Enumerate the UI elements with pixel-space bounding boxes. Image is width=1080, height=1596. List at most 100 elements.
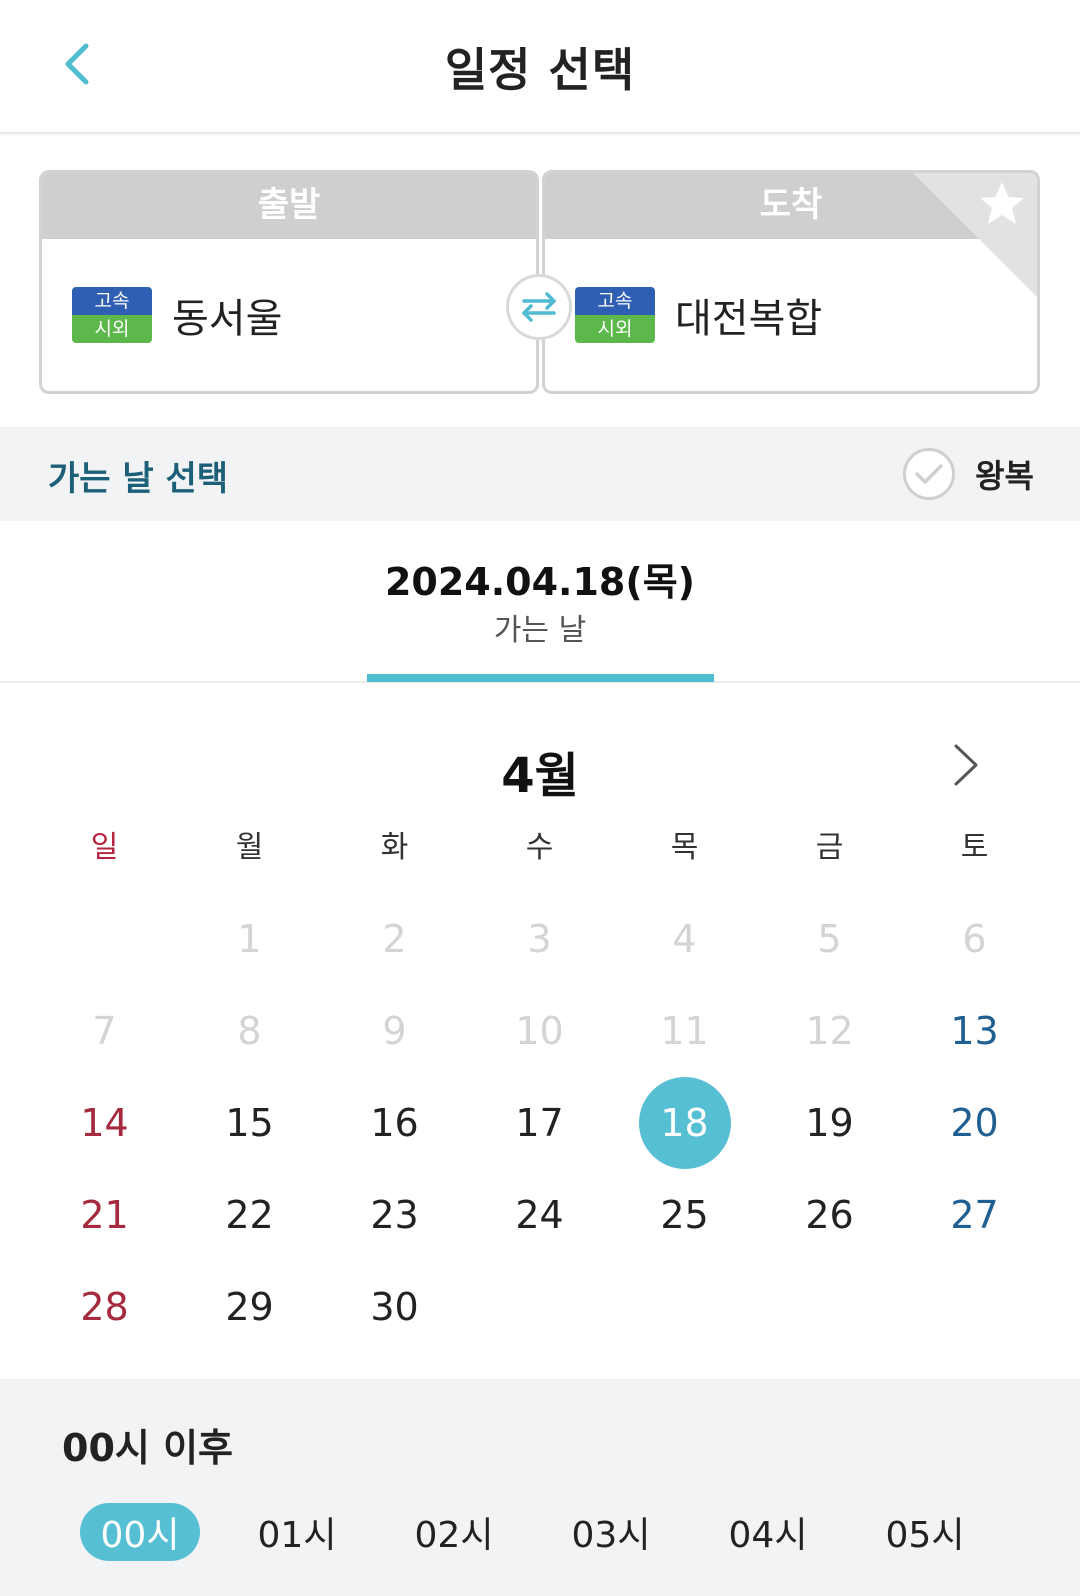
top-bar: 일정 선택 bbox=[0, 0, 1080, 134]
calendar-day-number: 28 bbox=[80, 1285, 129, 1329]
calendar-day: 5 bbox=[757, 893, 902, 985]
swap-arrows-icon bbox=[522, 292, 556, 322]
calendar-day: 7 bbox=[32, 985, 177, 1077]
calendar-day-number: 17 bbox=[515, 1101, 564, 1145]
calendar-day[interactable]: 21 bbox=[32, 1169, 177, 1261]
badge-intercity: 시외 bbox=[575, 315, 655, 343]
calendar-day[interactable]: 22 bbox=[177, 1169, 322, 1261]
time-option[interactable]: 00시 bbox=[80, 1503, 200, 1561]
roundtrip-toggle[interactable]: 왕복 bbox=[903, 445, 1034, 503]
calendar-day: 1 bbox=[177, 893, 322, 985]
calendar-day: 10 bbox=[467, 985, 612, 1077]
page-title: 일정 선택 bbox=[444, 43, 636, 97]
calendar-day-number: 24 bbox=[515, 1193, 564, 1237]
roundtrip-checkbox[interactable] bbox=[903, 448, 956, 500]
departure-box[interactable]: 출발 고속 시외 동서울 bbox=[39, 170, 539, 394]
calendar-day[interactable]: 13 bbox=[902, 985, 1047, 1077]
calendar-day-number: 27 bbox=[950, 1193, 999, 1237]
time-option[interactable]: 03시 bbox=[551, 1503, 671, 1561]
badge-express: 고속 bbox=[575, 287, 655, 315]
badge-express: 고속 bbox=[72, 287, 152, 315]
roundtrip-label: 왕복 bbox=[975, 457, 1034, 495]
calendar-day[interactable]: 25 bbox=[612, 1169, 757, 1261]
favorite-corner[interactable] bbox=[910, 170, 1040, 300]
active-tab-indicator bbox=[367, 674, 714, 682]
calendar-day[interactable]: 29 bbox=[177, 1261, 322, 1353]
departure-station: 동서울 bbox=[172, 296, 283, 342]
calendar-day-number: 25 bbox=[660, 1193, 709, 1237]
calendar-day[interactable]: 15 bbox=[177, 1077, 322, 1169]
calendar-day[interactable]: 24 bbox=[467, 1169, 612, 1261]
calendar-day: 11 bbox=[612, 985, 757, 1077]
calendar-day[interactable]: 28 bbox=[32, 1261, 177, 1353]
calendar-day-number: 11 bbox=[660, 1009, 709, 1053]
calendar-day: 12 bbox=[757, 985, 902, 1077]
selected-date: 2024.04.18(목) bbox=[384, 560, 696, 604]
calendar-week: 28 29 30 bbox=[32, 1261, 1047, 1353]
weekday-header: 일 월 화 수 목 금 토 bbox=[32, 822, 1047, 872]
calendar-day[interactable]: 20 bbox=[902, 1077, 1047, 1169]
weekday-label: 금 bbox=[815, 830, 844, 865]
departure-header: 출발 bbox=[42, 173, 536, 239]
calendar-day: 4 bbox=[612, 893, 757, 985]
check-icon bbox=[915, 464, 943, 484]
time-options: 00시 01시 02시 03시 04시 05시 bbox=[80, 1503, 1022, 1561]
calendar-day[interactable]: 16 bbox=[322, 1077, 467, 1169]
time-option[interactable]: 02시 bbox=[394, 1503, 514, 1561]
calendar-day-number: 8 bbox=[237, 1009, 262, 1053]
calendar-day[interactable]: 30 bbox=[322, 1261, 467, 1353]
calendar-day-number: 4 bbox=[672, 917, 697, 961]
calendar-day[interactable]: 26 bbox=[757, 1169, 902, 1261]
weekday-label: 일 bbox=[90, 830, 119, 865]
calendar-day: 3 bbox=[467, 893, 612, 985]
calendar-grid: 1 2 3 4 5 6 7 8 9 10 11 12 13 14 15 16 17 18 19 20 21 22 23 24 2… bbox=[32, 893, 1047, 1353]
calendar-empty-cell bbox=[612, 1261, 757, 1353]
calendar-day: 6 bbox=[902, 893, 1047, 985]
calendar-day-number: 10 bbox=[515, 1009, 564, 1053]
calendar-empty-cell bbox=[32, 893, 177, 985]
arrival-box[interactable]: 도착 고속 시외 대전복합 bbox=[542, 170, 1040, 394]
calendar-week: 21 22 23 24 25 26 27 bbox=[32, 1169, 1047, 1261]
weekday-label: 목 bbox=[670, 830, 699, 865]
calendar-day-number: 15 bbox=[225, 1101, 274, 1145]
calendar-day-number: 3 bbox=[527, 917, 552, 961]
calendar-day-number: 14 bbox=[80, 1101, 129, 1145]
departure-body: 고속 시외 동서울 bbox=[42, 239, 536, 391]
bus-type-badge: 고속 시외 bbox=[72, 287, 152, 343]
calendar-day-number: 23 bbox=[370, 1193, 419, 1237]
calendar-day[interactable]: 17 bbox=[467, 1077, 612, 1169]
calendar-day-number: 7 bbox=[92, 1009, 117, 1053]
weekday-label: 토 bbox=[960, 830, 989, 865]
calendar-day[interactable]: 23 bbox=[322, 1169, 467, 1261]
calendar-week: 7 8 9 10 11 12 13 bbox=[32, 985, 1047, 1077]
calendar-day: 2 bbox=[322, 893, 467, 985]
calendar-day-number: 26 bbox=[805, 1193, 854, 1237]
chevron-right-icon bbox=[954, 744, 978, 786]
calendar-day-number: 22 bbox=[225, 1193, 274, 1237]
selected-date-label: 가는 날 bbox=[493, 613, 587, 648]
time-panel: 00시 이후 00시 01시 02시 03시 04시 05시 bbox=[0, 1379, 1080, 1596]
time-option[interactable]: 01시 bbox=[237, 1503, 357, 1561]
time-option[interactable]: 04시 bbox=[708, 1503, 828, 1561]
next-month-button[interactable] bbox=[944, 738, 988, 792]
weekday-label: 월 bbox=[235, 830, 264, 865]
calendar-day-number: 1 bbox=[237, 917, 262, 961]
arrival-station: 대전복합 bbox=[675, 296, 823, 342]
calendar-day[interactable]: 19 bbox=[757, 1077, 902, 1169]
time-title: 00시 이후 bbox=[62, 1426, 233, 1470]
calendar-day[interactable]: 27 bbox=[902, 1169, 1047, 1261]
calendar-day-number: 12 bbox=[805, 1009, 854, 1053]
calendar-day-number: 30 bbox=[370, 1285, 419, 1329]
tab-departure-date[interactable]: 2024.04.18(목) 가는 날 bbox=[0, 521, 1080, 683]
calendar-week: 14 15 16 17 18 19 20 bbox=[32, 1077, 1047, 1169]
time-option[interactable]: 05시 bbox=[865, 1503, 985, 1561]
calendar-day-number: 29 bbox=[225, 1285, 274, 1329]
calendar-day-selected[interactable]: 18 bbox=[612, 1077, 757, 1169]
calendar-empty-cell bbox=[757, 1261, 902, 1353]
swap-button[interactable] bbox=[506, 274, 572, 340]
route-card: 출발 고속 시외 동서울 도착 고속 시외 대전복합 bbox=[39, 170, 1040, 394]
badge-intercity: 시외 bbox=[72, 315, 152, 343]
calendar-empty-cell bbox=[467, 1261, 612, 1353]
weekday-label: 수 bbox=[525, 830, 554, 865]
calendar-day[interactable]: 14 bbox=[32, 1077, 177, 1169]
